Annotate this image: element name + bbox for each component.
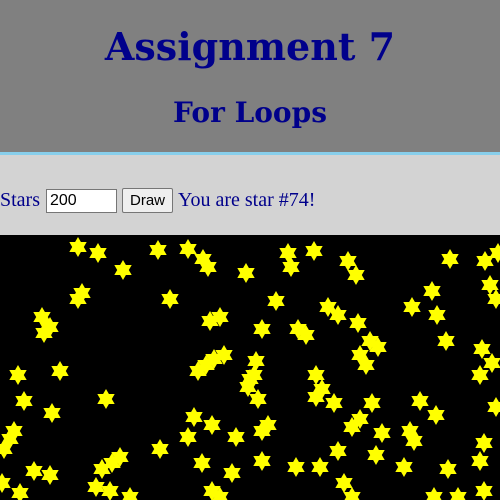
star-shape <box>253 319 271 339</box>
star-shape <box>227 427 245 447</box>
star-shape <box>423 281 441 301</box>
star-shape <box>15 391 33 411</box>
star-shape <box>149 240 167 260</box>
controls-bar: Stars Draw You are star #74! <box>0 155 500 235</box>
page-title: Assignment 7 <box>104 24 396 69</box>
page-subtitle: For Loops <box>173 96 327 129</box>
star-shape <box>427 405 445 425</box>
star-shape <box>367 445 385 465</box>
star-shape <box>403 297 421 317</box>
star-shape <box>471 451 489 471</box>
star-shape <box>311 457 329 477</box>
stars-count-input[interactable] <box>46 188 117 213</box>
star-shape <box>9 365 27 385</box>
star-shape <box>151 439 169 459</box>
draw-button[interactable]: Draw <box>122 188 174 213</box>
star-shape <box>475 481 493 500</box>
star-shape <box>267 291 285 311</box>
star-shape <box>282 257 300 277</box>
star-shape <box>363 393 381 413</box>
star-shape <box>179 239 197 259</box>
star-shape <box>335 473 353 493</box>
controls-row: Stars Draw You are star #74! <box>0 188 315 213</box>
star-shape <box>279 243 297 263</box>
star-shape <box>476 251 494 271</box>
star-shape <box>395 457 413 477</box>
star-shape <box>101 481 119 500</box>
page-header: Assignment 7 For Loops <box>0 0 500 155</box>
star-shape <box>223 463 241 483</box>
star-shape <box>161 289 179 309</box>
star-shape <box>69 237 87 257</box>
star-shape <box>373 423 391 443</box>
star-shape <box>89 243 107 263</box>
status-message: You are star #74! <box>178 189 316 211</box>
star-shape <box>305 241 323 261</box>
star-shape <box>428 305 446 325</box>
star-shape <box>121 487 139 500</box>
star-shape <box>439 459 457 479</box>
star-shape <box>114 260 132 280</box>
star-shape <box>51 361 69 381</box>
star-shape <box>487 397 500 417</box>
star-shape <box>425 487 443 500</box>
star-field <box>0 235 500 500</box>
star-shape <box>193 453 211 473</box>
star-canvas[interactable] <box>0 235 500 500</box>
star-shape <box>411 391 429 411</box>
star-shape <box>441 249 459 269</box>
stars-label: Stars <box>0 189 40 211</box>
star-shape <box>475 433 493 453</box>
star-shape <box>203 415 221 435</box>
star-shape <box>43 403 61 423</box>
star-shape <box>11 483 29 500</box>
star-shape <box>25 461 43 481</box>
star-shape <box>325 393 343 413</box>
star-shape <box>247 351 265 371</box>
star-shape <box>253 451 271 471</box>
star-shape <box>349 313 367 333</box>
star-shape <box>339 251 357 271</box>
star-shape <box>41 465 59 485</box>
star-shape <box>0 473 11 493</box>
star-shape <box>179 427 197 447</box>
star-shape <box>473 339 491 359</box>
star-shape <box>449 487 467 500</box>
star-shape <box>437 331 455 351</box>
star-shape <box>347 265 365 285</box>
star-shape <box>237 263 255 283</box>
star-shape <box>329 441 347 461</box>
star-shape <box>287 457 305 477</box>
star-shape <box>97 389 115 409</box>
star-shape <box>185 407 203 427</box>
